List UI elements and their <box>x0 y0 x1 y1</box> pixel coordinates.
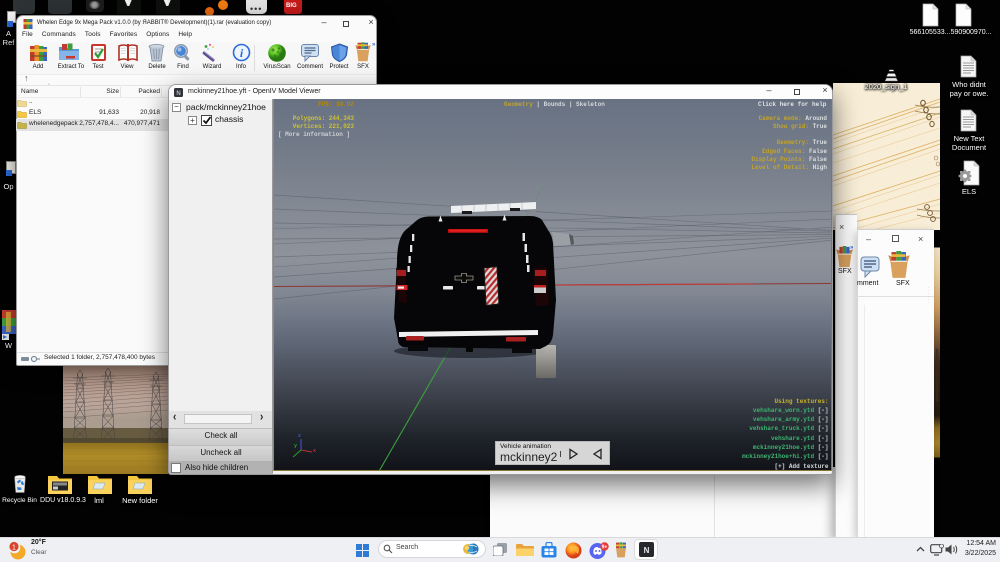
svg-text:1: 1 <box>12 545 16 552</box>
svg-text:z: z <box>298 433 301 439</box>
svg-text:x: x <box>313 448 316 454</box>
svg-text:9+: 9+ <box>602 545 608 551</box>
svg-text:y: y <box>294 443 297 449</box>
svg-text:N: N <box>644 546 650 555</box>
svg-text:N: N <box>176 91 180 97</box>
